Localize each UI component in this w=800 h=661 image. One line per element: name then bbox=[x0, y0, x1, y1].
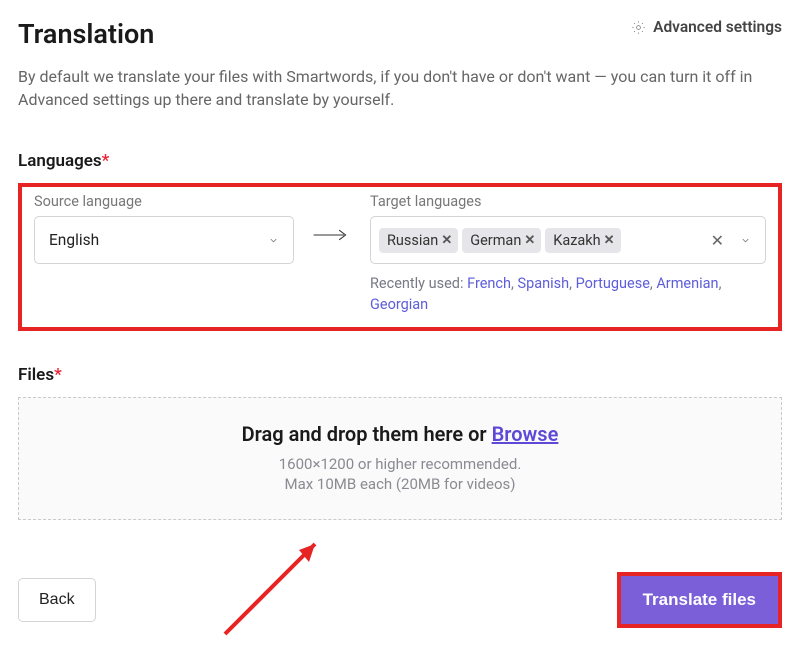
chip-remove-icon[interactable]: ✕ bbox=[441, 233, 452, 248]
browse-link[interactable]: Browse bbox=[492, 422, 559, 446]
page-description: By default we translate your files with … bbox=[18, 66, 782, 111]
recent-language-link[interactable]: Georgian bbox=[370, 296, 428, 313]
dropzone-recommendation: 1600×1200 or higher recommended. bbox=[29, 454, 771, 474]
clear-all-icon[interactable]: ✕ bbox=[705, 231, 730, 250]
chip-remove-icon[interactable]: ✕ bbox=[604, 233, 615, 248]
recent-language-link[interactable]: Spanish bbox=[517, 275, 569, 292]
required-marker: * bbox=[102, 151, 110, 171]
source-language-select[interactable]: English bbox=[34, 216, 294, 264]
language-chip[interactable]: German ✕ bbox=[462, 228, 541, 253]
translate-files-button[interactable]: Translate files bbox=[621, 576, 778, 624]
gear-icon bbox=[631, 20, 646, 35]
source-language-label: Source language bbox=[34, 193, 294, 210]
language-chip[interactable]: Kazakh ✕ bbox=[545, 228, 620, 253]
target-languages-select[interactable]: Russian ✕ German ✕ Kazakh ✕ ✕ bbox=[370, 216, 766, 264]
advanced-settings-button[interactable]: Advanced settings bbox=[631, 18, 782, 36]
translate-button-highlight: Translate files bbox=[617, 572, 782, 628]
chip-label: Russian bbox=[387, 232, 438, 249]
recent-language-link[interactable]: Armenian bbox=[656, 275, 718, 292]
recently-used-row: Recently used: French, Spanish, Portugue… bbox=[370, 274, 766, 315]
recently-used-label: Recently used: bbox=[370, 275, 464, 292]
recent-language-link[interactable]: Portuguese bbox=[576, 275, 650, 292]
files-section-label: Files* bbox=[18, 365, 782, 385]
file-dropzone[interactable]: Drag and drop them here or Browse 1600×1… bbox=[18, 397, 782, 520]
recent-language-link[interactable]: French bbox=[467, 275, 511, 292]
languages-panel-highlight: Source language English Target languages… bbox=[18, 183, 782, 331]
advanced-settings-label: Advanced settings bbox=[653, 18, 782, 36]
back-button[interactable]: Back bbox=[18, 578, 96, 622]
dropzone-max: Max 10MB each (20MB for videos) bbox=[29, 474, 771, 494]
source-language-value: English bbox=[49, 231, 99, 249]
target-languages-label: Target languages bbox=[370, 193, 766, 210]
target-dropdown-toggle[interactable] bbox=[734, 235, 757, 246]
chevron-down-icon bbox=[740, 235, 751, 246]
chevron-down-icon bbox=[268, 235, 279, 246]
chip-remove-icon[interactable]: ✕ bbox=[524, 233, 535, 248]
language-chip[interactable]: Russian ✕ bbox=[379, 228, 458, 253]
chip-label: Kazakh bbox=[553, 232, 600, 249]
page-title: Translation bbox=[18, 18, 154, 50]
languages-section-label: Languages* bbox=[18, 151, 782, 171]
dropzone-heading: Drag and drop them here or Browse bbox=[29, 422, 771, 446]
required-marker: * bbox=[54, 365, 62, 385]
chip-label: German bbox=[470, 232, 521, 249]
arrow-right-icon bbox=[312, 225, 352, 245]
